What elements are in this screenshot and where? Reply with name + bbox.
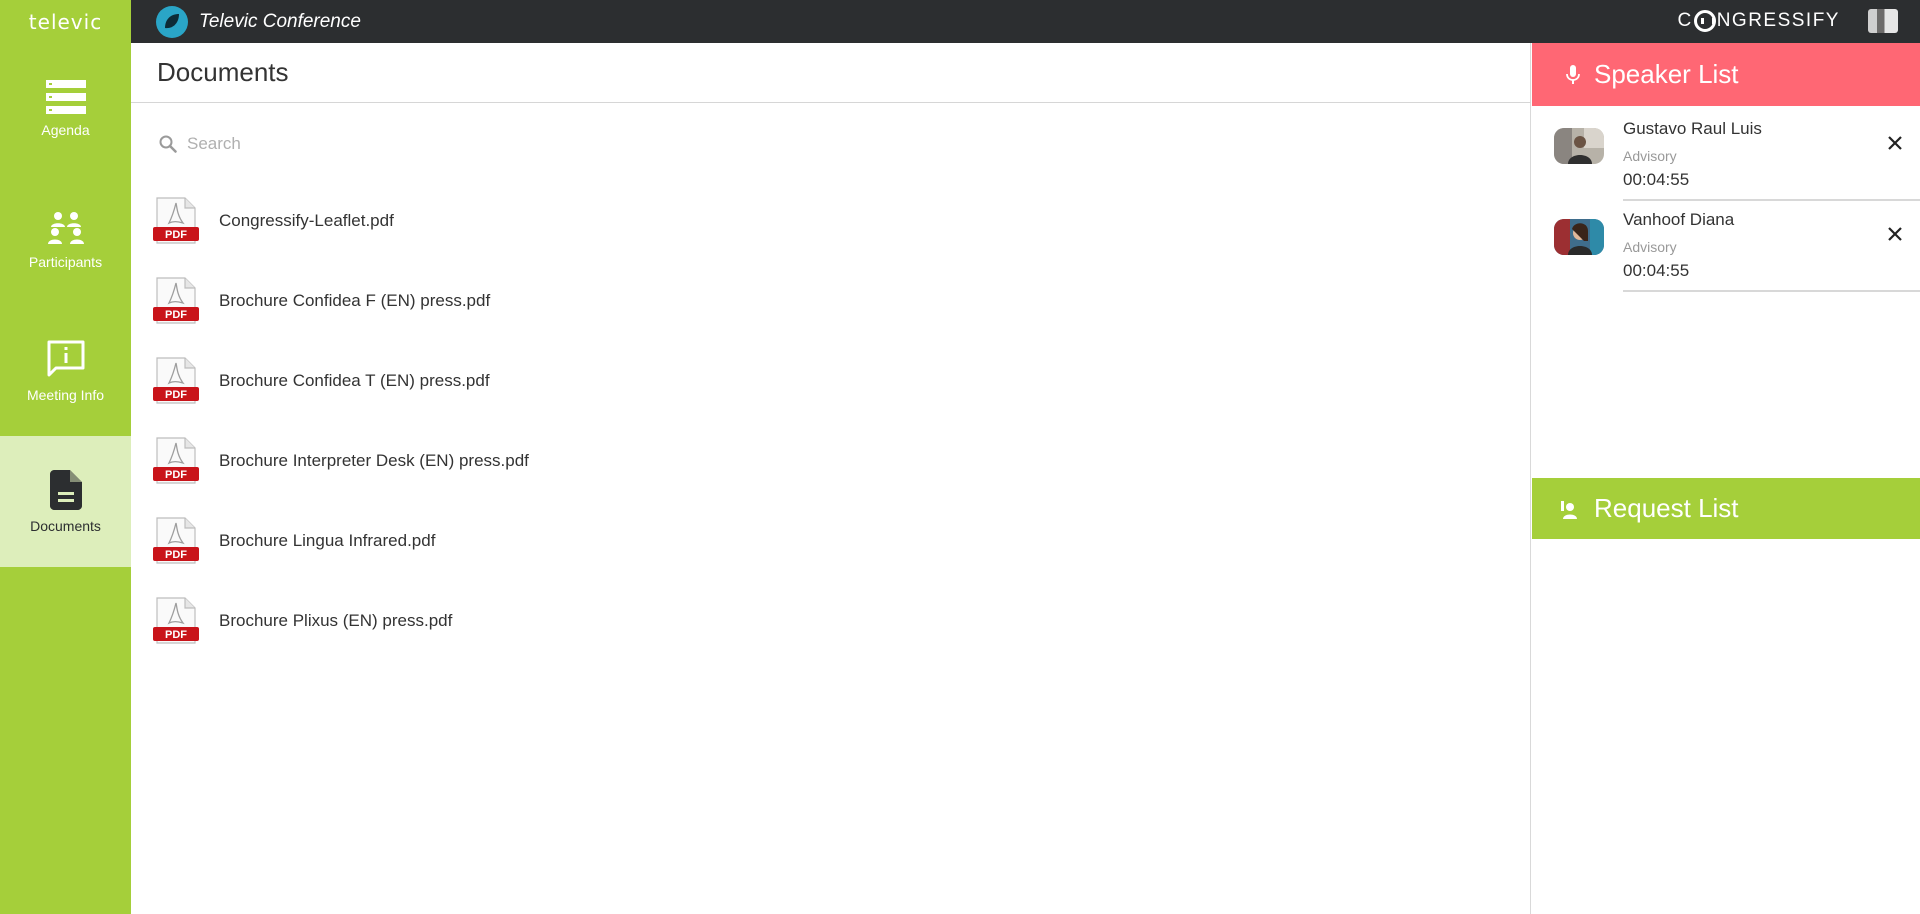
search-bar [159,129,759,159]
speaker-name: Vanhoof Diana [1623,210,1735,229]
documents-panel: Documents PDF Congressify-Leaflet.pdf [131,43,1531,914]
pdf-icon: PDF [153,437,199,484]
pdf-badge: PDF [165,229,187,241]
brand-logo: televic [0,0,131,43]
nav-label-documents: Documents [30,517,101,534]
speaker-group: Advisory [1623,239,1677,255]
speaker-list: Gustavo Raul Luis Advisory 00:04:55 Vanh… [1532,110,1920,292]
nav-label-meeting-info: Meeting Info [26,386,105,403]
congressify-suffix: NGRESSIFY [1716,10,1840,31]
document-item[interactable]: PDF Brochure Lingua Infrared.pdf [153,501,1053,581]
speaker-avatar [1554,219,1604,255]
pdf-badge: PDF [165,389,187,401]
pdf-icon: PDF [153,357,199,404]
nav-label-participants: Participants [28,253,103,270]
document-item[interactable]: PDF Brochure Confidea F (EN) press.pdf [153,261,1053,341]
speaker-list-header: Speaker List [1532,43,1920,106]
nav-item-agenda[interactable]: Agenda [0,43,131,174]
document-name: Brochure Plixus (EN) press.pdf [219,611,453,630]
document-name: Congressify-Leaflet.pdf [219,211,394,230]
raise-hand-icon [1561,500,1577,519]
congressify-prefix: C [1677,10,1693,31]
document-list: PDF Congressify-Leaflet.pdf PDF Brochure… [153,181,1053,661]
brand-text: televic [28,9,103,34]
pdf-icon: PDF [153,517,199,564]
speaker-name: Gustavo Raul Luis [1623,119,1762,138]
document-name: Brochure Lingua Infrared.pdf [219,531,436,550]
nav-item-meeting-info[interactable]: Meeting Info [0,305,131,436]
user-avatar[interactable] [1868,9,1898,33]
speaker-group: Advisory [1623,148,1677,164]
side-navigation: Agenda Participants Meeting Info Documen… [0,43,131,914]
nav-label-agenda: Agenda [41,121,90,138]
pdf-badge: PDF [165,469,187,481]
speech-bubble-icon [1693,10,1716,32]
document-item[interactable]: PDF Brochure Plixus (EN) press.pdf [153,581,1053,661]
document-item[interactable]: PDF Brochure Confidea T (EN) press.pdf [153,341,1053,421]
speaker-item: Gustavo Raul Luis Advisory 00:04:55 [1532,110,1920,201]
info-icon [47,340,84,376]
pdf-icon: PDF [153,197,199,244]
speaker-item: Vanhoof Diana Advisory 00:04:55 [1532,201,1920,292]
right-panel: Speaker List Gustavo Raul Luis Advisory … [1532,43,1920,914]
pdf-icon: PDF [153,597,199,644]
agenda-icon [45,79,86,114]
close-icon[interactable] [1882,221,1908,247]
speaker-avatar [1554,128,1604,164]
document-item[interactable]: PDF Congressify-Leaflet.pdf [153,181,1053,261]
top-bar: televic Televic Conference C NGRESSIFY [0,0,1920,43]
document-item[interactable]: PDF Brochure Interpreter Desk (EN) press… [153,421,1053,501]
document-name: Brochure Interpreter Desk (EN) press.pdf [219,451,529,470]
app-logo-icon [156,6,188,38]
pdf-badge: PDF [165,309,187,321]
speaker-divider [1623,290,1920,292]
search-icon [159,135,177,153]
document-icon [49,469,82,510]
microphone-icon [1566,64,1580,84]
page-title: Documents [157,57,289,87]
request-list-header: Request List [1532,478,1920,539]
participants-icon [47,211,84,244]
speaker-time: 00:04:55 [1623,170,1690,189]
pdf-badge: PDF [165,629,187,641]
congressify-logo: C NGRESSIFY [1677,10,1840,32]
pdf-badge: PDF [165,549,187,561]
document-name: Brochure Confidea T (EN) press.pdf [219,371,490,390]
app-title: Televic Conference [199,11,361,32]
nav-item-documents[interactable]: Documents [0,436,131,567]
pdf-icon: PDF [153,277,199,324]
close-icon[interactable] [1882,130,1908,156]
document-name: Brochure Confidea F (EN) press.pdf [219,291,491,310]
speaker-time: 00:04:55 [1623,261,1690,280]
search-input[interactable] [187,134,687,154]
speaker-list-title: Speaker List [1594,59,1739,89]
title-divider [131,102,1531,103]
request-list-title: Request List [1594,493,1739,523]
nav-item-participants[interactable]: Participants [0,174,131,305]
